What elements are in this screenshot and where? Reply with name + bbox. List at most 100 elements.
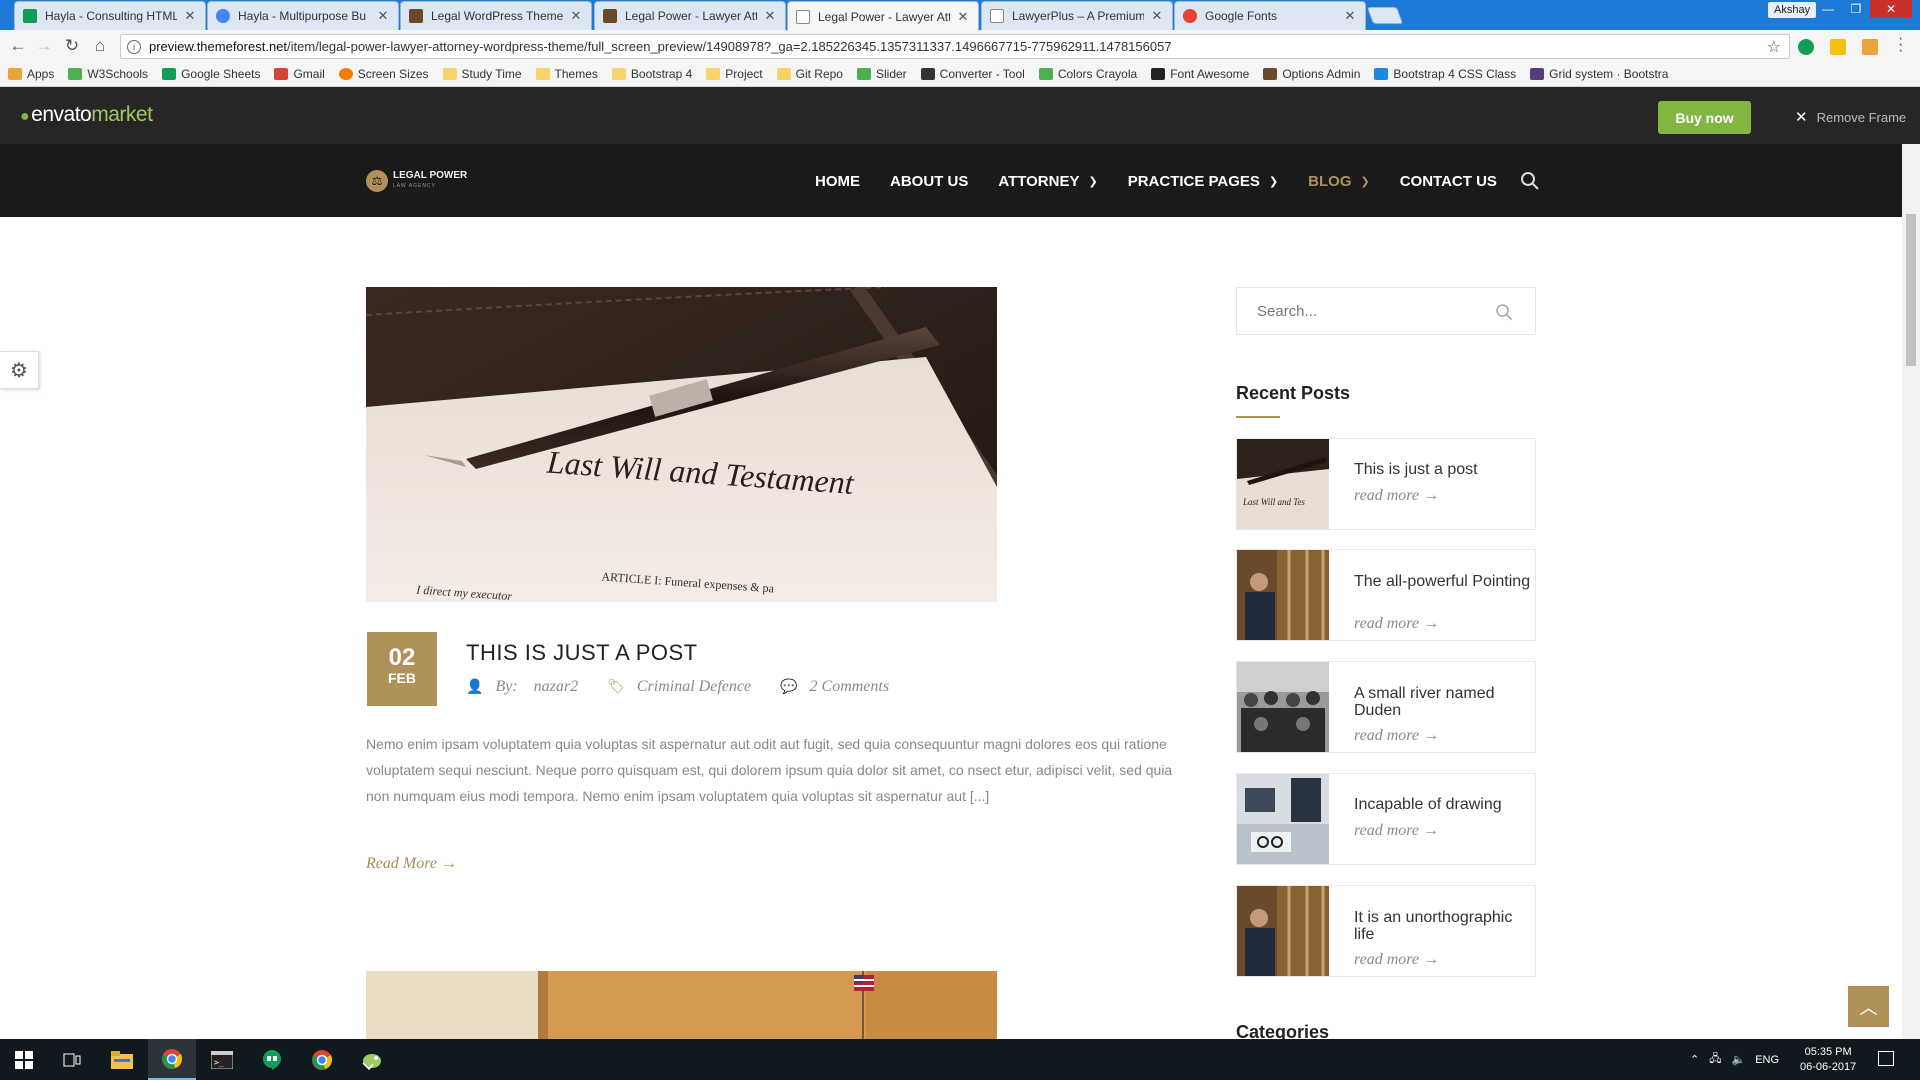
search-icon[interactable] xyxy=(1520,171,1540,191)
task-view-button[interactable] xyxy=(48,1039,96,1080)
read-more-link[interactable]: read more → xyxy=(1354,822,1439,840)
bookmark-folder[interactable]: Project xyxy=(706,67,763,81)
sidebar-search-input[interactable] xyxy=(1257,302,1477,320)
profile-button[interactable]: Akshay xyxy=(1768,2,1817,18)
back-arrow-icon[interactable]: ← xyxy=(8,36,28,56)
notification-center-icon[interactable] xyxy=(1878,1051,1894,1066)
recent-post-thumbnail[interactable] xyxy=(1237,550,1329,640)
recent-post-item[interactable]: A small river named Duden read more → xyxy=(1236,661,1536,753)
bookmark-item[interactable]: Bootstrap 4 CSS Class xyxy=(1374,67,1516,81)
read-more-link[interactable]: read more → xyxy=(1354,951,1439,969)
envato-logo[interactable]: ●envatomarket xyxy=(20,103,153,127)
remove-frame-link[interactable]: ✕ Remove Frame xyxy=(1795,108,1906,126)
recent-post-item[interactable]: It is an unorthographic life read more → xyxy=(1236,885,1536,977)
close-icon[interactable]: ✕ xyxy=(1150,8,1164,24)
recent-post-thumbnail[interactable] xyxy=(1237,774,1329,864)
taskbar-chrome[interactable] xyxy=(148,1039,196,1080)
windows-start-button[interactable] xyxy=(0,1039,48,1080)
volume-icon[interactable]: 🔈 xyxy=(1731,1053,1745,1066)
bookmark-folder[interactable]: Bootstrap 4 xyxy=(611,67,692,81)
read-more-link[interactable]: read more → xyxy=(1354,615,1439,633)
close-icon[interactable]: ✕ xyxy=(956,9,970,25)
nav-item-practice-pages[interactable]: PRACTICE PAGES ❯ xyxy=(1128,173,1278,190)
window-close-button[interactable]: ✕ xyxy=(1870,0,1912,18)
site-logo[interactable]: ⚖ LEGAL POWER LAW AGENCY xyxy=(366,170,467,192)
restore-button[interactable]: ❐ xyxy=(1842,0,1870,18)
recent-post-item[interactable]: Last Will and Tes This is just a post re… xyxy=(1236,438,1536,530)
browser-tab[interactable]: Legal WordPress Theme ✕ xyxy=(400,1,592,30)
bookmark-folder[interactable]: Themes xyxy=(535,67,598,81)
search-icon[interactable] xyxy=(1495,303,1513,321)
close-icon[interactable]: ✕ xyxy=(569,8,583,24)
browser-tab[interactable]: Legal Power - Lawyer Att ✕ xyxy=(594,1,786,30)
bookmark-item[interactable]: Gmail xyxy=(274,67,325,81)
post-featured-image[interactable] xyxy=(366,971,997,1039)
reload-icon[interactable]: ↻ xyxy=(62,36,82,56)
nav-item-blog[interactable]: BLOG ❯ xyxy=(1308,173,1370,190)
browser-tab-active[interactable]: Legal Power - Lawyer Att ✕ xyxy=(787,1,979,31)
nav-item-home[interactable]: HOME xyxy=(815,173,860,190)
read-more-link[interactable]: read more → xyxy=(1354,487,1439,505)
recent-post-thumbnail[interactable]: Last Will and Tes xyxy=(1237,439,1329,529)
forward-arrow-icon[interactable]: → xyxy=(34,36,54,56)
recent-post-thumbnail[interactable] xyxy=(1237,886,1329,976)
bookmark-item[interactable]: Grid system · Bootstra xyxy=(1530,67,1668,81)
page-scrollbar[interactable] xyxy=(1902,144,1920,1039)
nav-item-attorney[interactable]: ATTORNEY ❯ xyxy=(998,173,1097,190)
close-icon[interactable]: ✕ xyxy=(376,8,390,24)
recent-post-item[interactable]: Incapable of drawing read more → xyxy=(1236,773,1536,865)
browser-tab[interactable]: Hayla - Consulting HTML ✕ xyxy=(14,1,206,30)
read-more-link[interactable]: read more → xyxy=(1354,727,1439,745)
close-icon[interactable]: ✕ xyxy=(763,8,777,24)
browser-menu-icon[interactable]: · · · xyxy=(1898,31,1903,59)
chevron-up-icon[interactable]: ⌃ xyxy=(1690,1053,1699,1066)
nav-item-contact[interactable]: CONTACT US xyxy=(1400,173,1497,190)
extension-tool-icon[interactable] xyxy=(1862,39,1878,55)
browser-tab[interactable]: Hayla - Multipurpose Bu ✕ xyxy=(207,1,399,30)
bookmark-item[interactable]: Converter - Tool xyxy=(920,67,1025,81)
bookmark-apps[interactable]: Apps xyxy=(8,67,54,81)
taskbar-app[interactable] xyxy=(348,1039,396,1080)
taskbar-chrome-alt[interactable] xyxy=(298,1039,346,1080)
settings-gear-button[interactable]: ⚙ xyxy=(0,351,39,389)
extension-star-icon[interactable] xyxy=(1830,39,1846,55)
taskbar-file-explorer[interactable] xyxy=(98,1039,146,1080)
bookmark-item[interactable]: Slider xyxy=(856,67,907,81)
bookmark-folder[interactable]: Git Repo xyxy=(776,67,843,81)
network-icon[interactable]: 🖧 xyxy=(1709,1050,1721,1069)
browser-tab[interactable]: Google Fonts ✕ xyxy=(1174,1,1366,30)
taskbar-hangouts[interactable] xyxy=(248,1039,296,1080)
bookmark-item[interactable]: Options Admin xyxy=(1263,67,1360,81)
new-tab-button[interactable] xyxy=(1366,7,1404,24)
post-comments-link[interactable]: 2 Comments xyxy=(810,678,890,696)
post-title[interactable]: THIS IS JUST A POST xyxy=(466,640,698,666)
taskbar-terminal[interactable]: >_ xyxy=(198,1039,246,1080)
bookmark-star-icon[interactable]: ☆ xyxy=(1767,37,1781,57)
post-featured-image[interactable]: Last Will and Testament ARTICLE I: Funer… xyxy=(366,287,997,602)
bookmark-item[interactable]: Colors Crayola xyxy=(1038,67,1137,81)
bookmark-item[interactable]: Font Awesome xyxy=(1151,67,1249,81)
back-to-top-button[interactable]: ︿ xyxy=(1848,986,1889,1027)
post-category-link[interactable]: Criminal Defence xyxy=(637,678,751,696)
post-author-link[interactable]: nazar2 xyxy=(534,678,578,696)
home-icon[interactable]: ⌂ xyxy=(90,36,110,56)
browser-tab[interactable]: LawyerPlus – A Premium ✕ xyxy=(981,1,1173,30)
bookmark-item[interactable]: Screen Sizes xyxy=(338,67,429,81)
taskbar-clock[interactable]: 05:35 PM 06-06-2017 xyxy=(1800,1045,1856,1075)
extension-green-icon[interactable] xyxy=(1798,39,1814,55)
bookmark-item[interactable]: Google Sheets xyxy=(162,67,260,81)
language-indicator[interactable]: ENG xyxy=(1755,1054,1779,1066)
close-icon[interactable]: ✕ xyxy=(1343,8,1357,24)
close-icon[interactable]: ✕ xyxy=(183,8,197,24)
scrollbar-thumb[interactable] xyxy=(1906,214,1916,366)
nav-item-about[interactable]: ABOUT US xyxy=(890,173,968,190)
read-more-link[interactable]: Read More → xyxy=(366,855,457,873)
recent-post-thumbnail[interactable] xyxy=(1237,662,1329,752)
recent-post-item[interactable]: The all-powerful Pointing read more → xyxy=(1236,549,1536,641)
minimize-button[interactable]: — xyxy=(1814,0,1842,18)
address-bar[interactable]: i preview.themeforest.net/item/legal-pow… xyxy=(120,34,1790,59)
bookmark-folder[interactable]: Study Time xyxy=(442,67,522,81)
bookmark-item[interactable]: W3Schools xyxy=(68,67,148,81)
buy-now-button[interactable]: Buy now xyxy=(1658,101,1751,134)
info-icon[interactable]: i xyxy=(127,39,141,54)
